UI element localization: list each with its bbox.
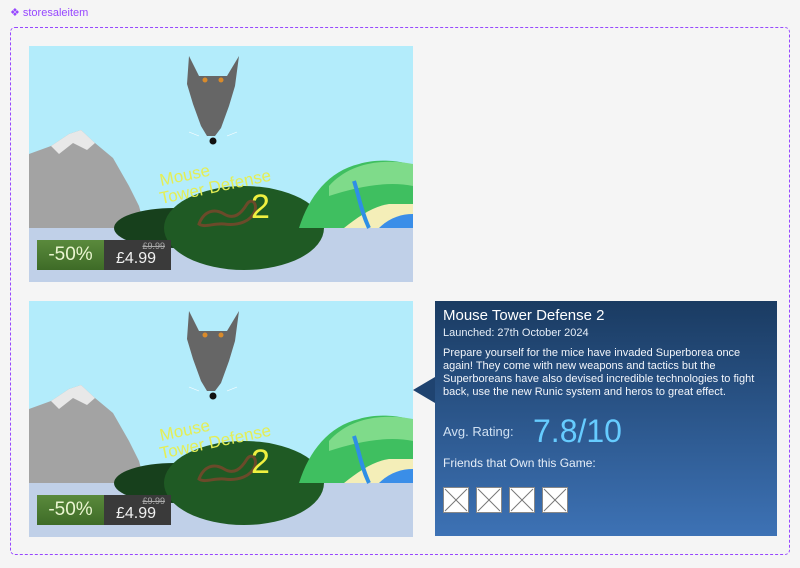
discount-badge: -50%	[37, 495, 104, 525]
svg-text:2: 2	[251, 188, 270, 226]
final-price: £4.99	[116, 250, 157, 267]
friends-avatars	[443, 487, 769, 513]
store-sale-card[interactable]: Mouse Tower Defense 2 -50% £9.99 £4.99	[29, 46, 413, 282]
component-label[interactable]: ❖ storesaleitem	[10, 6, 89, 20]
friends-label: Friends that Own this Game:	[443, 456, 596, 470]
placeholder-image-icon	[543, 488, 567, 512]
rating-row: Avg. Rating: 7.8/10	[443, 413, 769, 450]
tooltip-arrow-icon	[413, 377, 435, 403]
price-block: £9.99 £4.99	[104, 495, 171, 525]
svg-text:2: 2	[251, 443, 270, 481]
component-diamond-icon: ❖	[10, 7, 20, 19]
friend-avatar-placeholder[interactable]	[509, 487, 535, 513]
price-block: £9.99 £4.99	[104, 240, 171, 270]
price-box[interactable]: -50% £9.99 £4.99	[37, 495, 171, 525]
final-price: £4.99	[116, 505, 157, 522]
rating-value: 7.8/10	[533, 413, 622, 449]
launch-date: Launched: 27th October 2024	[443, 327, 589, 339]
placeholder-image-icon	[444, 488, 468, 512]
store-sale-card-hover[interactable]: Mouse Tower Defense 2 -50% £9.99 £4.99	[29, 301, 413, 537]
friend-avatar-placeholder[interactable]	[476, 487, 502, 513]
placeholder-image-icon	[477, 488, 501, 512]
game-description: Prepare yourself for the mice have invad…	[443, 347, 755, 398]
price-box[interactable]: -50% £9.99 £4.99	[37, 240, 171, 270]
tooltip-title: Mouse Tower Defense 2	[443, 307, 605, 324]
discount-badge: -50%	[37, 240, 104, 270]
component-name: storesaleitem	[22, 6, 89, 19]
rating-label: Avg. Rating:	[443, 424, 514, 439]
friend-avatar-placeholder[interactable]	[542, 487, 568, 513]
friend-avatar-placeholder[interactable]	[443, 487, 469, 513]
game-info-tooltip: Mouse Tower Defense 2 Launched: 27th Oct…	[413, 301, 777, 536]
placeholder-image-icon	[510, 488, 534, 512]
